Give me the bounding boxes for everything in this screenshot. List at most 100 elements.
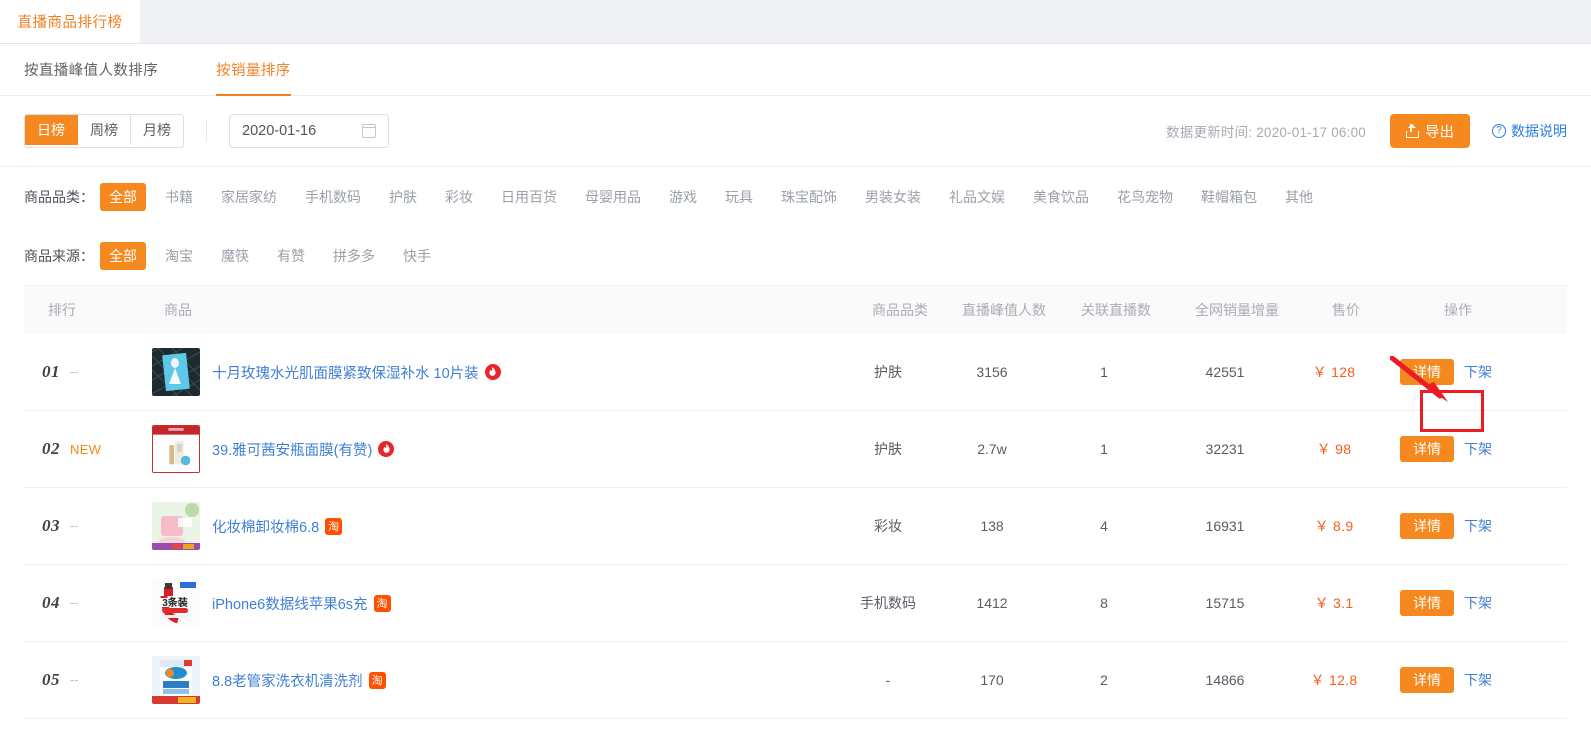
export-button[interactable]: 导出 — [1390, 114, 1470, 148]
window-tabstrip: 直播商品排行榜 — [0, 0, 1591, 44]
category-chip-games[interactable]: 游戏 — [660, 183, 706, 211]
product-cell: 化妆棉卸妆棉6.8 淘 — [152, 502, 842, 550]
category-chip-home-textiles[interactable]: 家居家纺 — [212, 183, 286, 211]
rank-cell: 02 NEW — [24, 439, 152, 459]
period-option-monthly[interactable]: 月榜 — [131, 115, 183, 145]
table-row: 05 -- 8.8老管家洗衣机清洗剂 淘 - 170 2 14866 ￥ 12.… — [24, 642, 1567, 719]
column-header-category: 商品品类 — [872, 302, 928, 318]
action-cell: 详情 下架 — [1376, 512, 1516, 540]
product-name-link[interactable]: 十月玫瑰水光肌面膜紧致保湿补水 10片装 — [212, 362, 479, 383]
date-picker[interactable]: 2020-01-16 — [229, 114, 389, 148]
product-line: 8.8老管家洗衣机清洗剂 淘 — [212, 670, 386, 691]
linked-lives-cell: 1 — [1100, 441, 1108, 457]
source-chip-taobao[interactable]: 淘宝 — [156, 242, 202, 270]
category-chip-jewelry[interactable]: 珠宝配饰 — [772, 183, 846, 211]
category-chip-clothing[interactable]: 男装女装 — [856, 183, 930, 211]
product-line: 39.雅可茜安瓶面膜(有赞) — [212, 439, 395, 460]
price-cell: ￥ 3.1 — [1314, 595, 1354, 611]
column-header-peak: 直播峰值人数 — [962, 302, 1046, 318]
category-chip-other[interactable]: 其他 — [1276, 183, 1322, 211]
delist-link[interactable]: 下架 — [1464, 670, 1492, 690]
category-chip-daily-goods[interactable]: 日用百货 — [492, 183, 566, 211]
product-name-link[interactable]: 化妆棉卸妆棉6.8 — [212, 516, 319, 537]
ranking-table: 排行 商品 商品品类 直播峰值人数 关联直播数 全网销量增量 售价 操作 01 … — [24, 285, 1567, 719]
linked-lives-cell: 2 — [1100, 672, 1108, 688]
source-chip-mokuai[interactable]: 魔筷 — [212, 242, 258, 270]
tab-sort-by-peak-viewers[interactable]: 按直播峰值人数排序 — [24, 44, 158, 96]
product-thumbnail[interactable]: 3条装 — [152, 579, 200, 627]
source-chip-all[interactable]: 全部 — [100, 241, 146, 270]
product-name-link[interactable]: iPhone6数据线苹果6s充 — [212, 593, 368, 614]
question-circle-icon: ? — [1492, 124, 1506, 138]
category-chip-skincare[interactable]: 护肤 — [380, 183, 426, 211]
tab-sort-by-peak-viewers-label: 按直播峰值人数排序 — [24, 63, 159, 79]
category-chip-toys[interactable]: 玩具 — [716, 183, 762, 211]
column-header-action: 操作 — [1444, 302, 1472, 318]
column-header-price: 售价 — [1332, 302, 1360, 318]
category-chip-gifts-entertainment[interactable]: 礼品文娱 — [940, 183, 1014, 211]
delist-link[interactable]: 下架 — [1464, 362, 1492, 382]
category-chip-makeup[interactable]: 彩妆 — [436, 183, 482, 211]
export-button-label: 导出 — [1425, 124, 1454, 141]
sub-tab-bar: 按直播峰值人数排序 按销量排序 — [0, 44, 1591, 96]
product-name-link[interactable]: 39.雅可茜安瓶面膜(有赞) — [212, 439, 372, 460]
category-chip-mobile-digital[interactable]: 手机数码 — [296, 183, 370, 211]
action-cell: 详情 下架 — [1376, 589, 1516, 617]
price-cell: ￥ 98 — [1316, 441, 1352, 457]
price-cell: ￥ 12.8 — [1310, 672, 1358, 688]
detail-button[interactable]: 详情 — [1400, 512, 1454, 540]
delist-link[interactable]: 下架 — [1464, 593, 1492, 613]
source-chip-kuaishou[interactable]: 快手 — [394, 242, 440, 270]
sales-growth-cell: 32231 — [1205, 441, 1245, 457]
product-thumbnail[interactable] — [152, 502, 200, 550]
rank-cell: 01 -- — [24, 362, 152, 382]
product-thumbnail[interactable] — [152, 348, 200, 396]
category-chip-all[interactable]: 全部 — [100, 182, 146, 211]
detail-button[interactable]: 详情 — [1400, 589, 1454, 617]
period-option-weekly[interactable]: 周榜 — [78, 115, 131, 145]
window-tab-live-product-ranking[interactable]: 直播商品排行榜 — [0, 0, 140, 43]
filter-label-source: 商品来源： — [24, 247, 94, 264]
peak-viewers-cell: 138 — [980, 518, 1004, 534]
rank-number: 05 — [42, 670, 60, 689]
source-badge-taobao-icon: 淘 — [325, 517, 343, 535]
rank-number: 01 — [42, 362, 60, 381]
category-chip-books[interactable]: 书籍 — [156, 183, 202, 211]
column-header-rank: 排行 — [48, 302, 76, 318]
date-picker-value: 2020-01-16 — [242, 123, 317, 139]
data-update-time: 数据更新时间: 2020-01-17 06:00 — [1166, 125, 1366, 140]
source-chip-pinduoduo[interactable]: 拼多多 — [324, 242, 384, 270]
period-option-monthly-label: 月榜 — [143, 122, 171, 138]
calendar-icon — [361, 124, 377, 138]
category-chip-shoes-bags[interactable]: 鞋帽箱包 — [1192, 183, 1266, 211]
controls-bar: 日榜 周榜 月榜 2020-01-16 数据更新时间: 2020-01-17 0… — [0, 96, 1591, 167]
detail-button[interactable]: 详情 — [1400, 358, 1454, 386]
source-chip-youzan[interactable]: 有赞 — [268, 242, 314, 270]
detail-button[interactable]: 详情 — [1400, 666, 1454, 694]
detail-button[interactable]: 详情 — [1400, 435, 1454, 463]
filter-row-source: 商品来源： 全部 淘宝 魔筷 有赞 拼多多 快手 — [0, 226, 1591, 285]
delist-link[interactable]: 下架 — [1464, 439, 1492, 459]
category-chip-food-drink[interactable]: 美食饮品 — [1024, 183, 1098, 211]
product-thumbnail[interactable] — [152, 425, 200, 473]
delist-link[interactable]: 下架 — [1464, 516, 1492, 536]
action-cell: 详情 下架 — [1376, 666, 1516, 694]
data-description-link[interactable]: ? 数据说明 — [1492, 121, 1567, 141]
product-thumbnail[interactable] — [152, 656, 200, 704]
table-row: 01 -- 十月玫瑰水光肌面膜紧致保湿补水 10片装 护肤 3156 1 425… — [24, 334, 1567, 411]
category-cell: 彩妆 — [874, 518, 902, 534]
product-name-link[interactable]: 8.8老管家洗衣机清洗剂 — [212, 670, 363, 691]
rank-delta: -- — [70, 365, 79, 379]
window-tab-label: 直播商品排行榜 — [17, 14, 123, 31]
source-badge-taobao-icon: 淘 — [373, 594, 391, 612]
filter-row-category: 商品品类： 全部 书籍 家居家纺 手机数码 护肤 彩妆 日用百货 母婴用品 游戏… — [0, 167, 1591, 226]
category-chip-mother-baby[interactable]: 母婴用品 — [576, 183, 650, 211]
period-option-daily[interactable]: 日榜 — [25, 115, 78, 145]
column-header-sales: 全网销量增量 — [1195, 302, 1279, 318]
tab-sort-by-sales[interactable]: 按销量排序 — [216, 44, 291, 96]
table-row: 03 -- 化妆棉卸妆棉6.8 淘 彩妆 138 4 16931 ￥ 8.9 详… — [24, 488, 1567, 565]
linked-lives-cell: 8 — [1100, 595, 1108, 611]
linked-lives-cell: 4 — [1100, 518, 1108, 534]
category-chip-pets[interactable]: 花鸟宠物 — [1108, 183, 1182, 211]
table-header-row: 排行 商品 商品品类 直播峰值人数 关联直播数 全网销量增量 售价 操作 — [24, 286, 1567, 334]
